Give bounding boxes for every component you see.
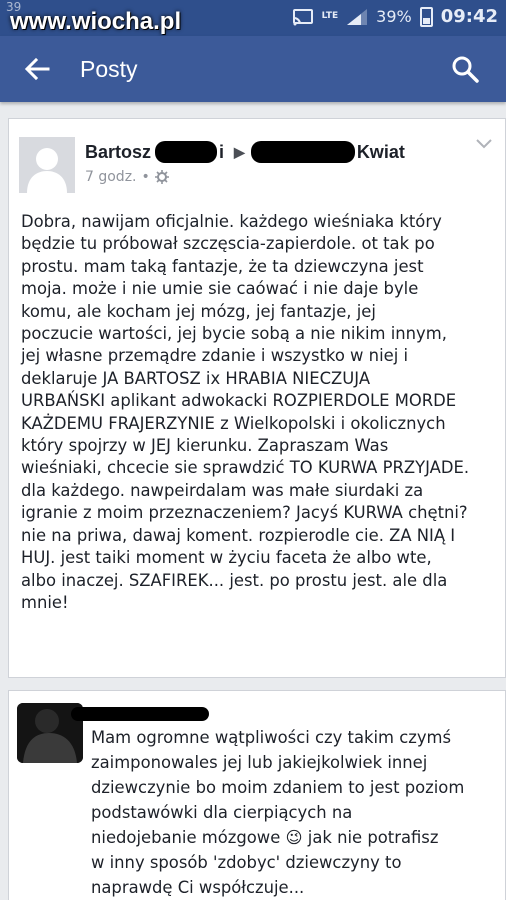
dot-separator: • (141, 169, 150, 185)
arrow-back-icon[interactable] (22, 54, 52, 84)
privacy-gear-icon (154, 170, 169, 184)
redaction (250, 141, 355, 163)
search-icon[interactable] (450, 54, 480, 84)
battery-percent: 39% (376, 7, 412, 26)
signal-icon (347, 8, 368, 25)
app-bar: Posty (0, 36, 506, 102)
cast-icon (292, 8, 313, 25)
author-name[interactable]: Bartosz (85, 142, 151, 163)
redaction (71, 707, 209, 721)
clock: 09:42 (440, 6, 498, 27)
watermark: www.wiocha.pl (10, 8, 182, 35)
battery-icon (419, 6, 433, 27)
default-avatar-icon (19, 137, 75, 193)
target-name[interactable]: Kwiat (357, 142, 405, 163)
author-name-tail: i (219, 141, 225, 162)
chevron-down-icon[interactable] (475, 137, 493, 151)
network-type: LTE (321, 11, 339, 21)
comment-card: Mam ogromne wątpliwości czy takim czymś … (8, 690, 506, 900)
share-to-arrow-icon: ▶ (234, 143, 245, 160)
post-meta: 7 godz. • (85, 169, 169, 185)
post-header-names: Bartosz i ▶ Kwiat (85, 141, 405, 163)
avatar[interactable] (19, 137, 75, 193)
redaction (155, 141, 218, 163)
comment-body: Mam ogromne wątpliwości czy takim czymś … (91, 728, 465, 897)
status-bar: 39 www.wiocha.pl LTE 39% 09:42 (0, 0, 506, 36)
page-title: Posty (80, 56, 138, 82)
status-icons: LTE 39% 09:42 (292, 6, 498, 27)
post-card: Bartosz i ▶ Kwiat 7 godz. • Dobra, nawij… (8, 118, 506, 678)
post-timestamp[interactable]: 7 godz. (85, 169, 137, 185)
post-body: Dobra, nawijam oficjalnie. każdego wieśn… (21, 212, 470, 612)
